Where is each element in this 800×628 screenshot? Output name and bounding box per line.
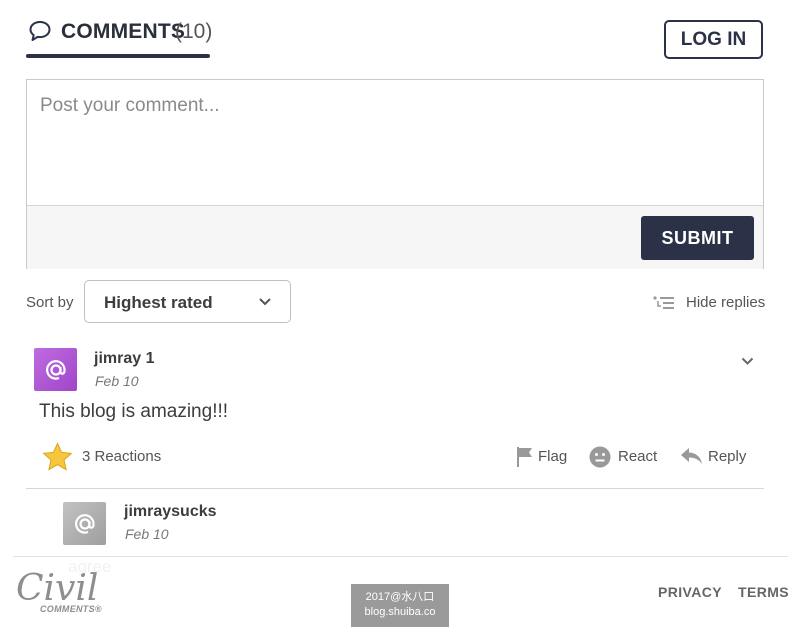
speech-bubble-icon [29, 21, 51, 41]
flag-label: Flag [538, 448, 568, 465]
comment-username[interactable]: jimray 1 [94, 350, 154, 368]
composer-toolbar: SUBMIT [27, 205, 763, 269]
terms-link[interactable]: TERMS [738, 584, 789, 600]
chevron-down-icon [259, 298, 271, 306]
sort-dropdown[interactable]: Highest rated [84, 280, 291, 323]
active-tab-underline [26, 54, 210, 58]
watermark-line-2: blog.shuiba.co [364, 606, 436, 618]
comment-date[interactable]: Feb 10 [95, 373, 139, 389]
comments-title: COMMENTS [61, 20, 186, 43]
brand-subtitle: COMMENTS® [40, 604, 102, 614]
watermark: 2017@水八口 blog.shuiba.co [351, 584, 449, 627]
reactions-count: 3 Reactions [82, 448, 162, 465]
flag-icon [517, 447, 532, 467]
reply-date[interactable]: Feb 10 [125, 526, 169, 542]
comments-count: (10) [175, 20, 213, 43]
reply-arrow-icon [681, 448, 702, 464]
chevron-down-icon[interactable] [741, 356, 754, 366]
hide-replies-label: Hide replies [686, 294, 766, 311]
avatar[interactable] [63, 502, 106, 545]
star-icon [42, 442, 73, 471]
at-sign-icon [45, 359, 66, 380]
comment-divider [26, 488, 764, 489]
privacy-link[interactable]: PRIVACY [658, 584, 722, 600]
react-label: React [618, 448, 658, 465]
civil-comments-logo[interactable]: Civil COMMENTS® [16, 568, 106, 616]
avatar[interactable] [34, 348, 77, 391]
comments-tab[interactable]: COMMENTS (10) [26, 12, 213, 58]
watermark-line-1: 2017@水八口 [365, 591, 435, 603]
hide-replies-icon [653, 296, 674, 309]
brand-name: Civil [16, 568, 99, 609]
smiley-icon [589, 446, 611, 468]
comment-composer: Post your comment... SUBMIT [26, 79, 764, 269]
reply-label: Reply [708, 448, 747, 465]
reply-username[interactable]: jimraysucks [124, 503, 217, 521]
submit-button[interactable]: SUBMIT [641, 216, 754, 260]
sort-label: Sort by [26, 294, 74, 311]
at-sign-icon [74, 513, 95, 534]
sort-selected-value: Highest rated [104, 293, 213, 312]
login-button[interactable]: LOG IN [664, 20, 763, 59]
comment-input[interactable]: Post your comment... [27, 80, 763, 205]
comment-body: This blog is amazing!!! [39, 401, 229, 422]
